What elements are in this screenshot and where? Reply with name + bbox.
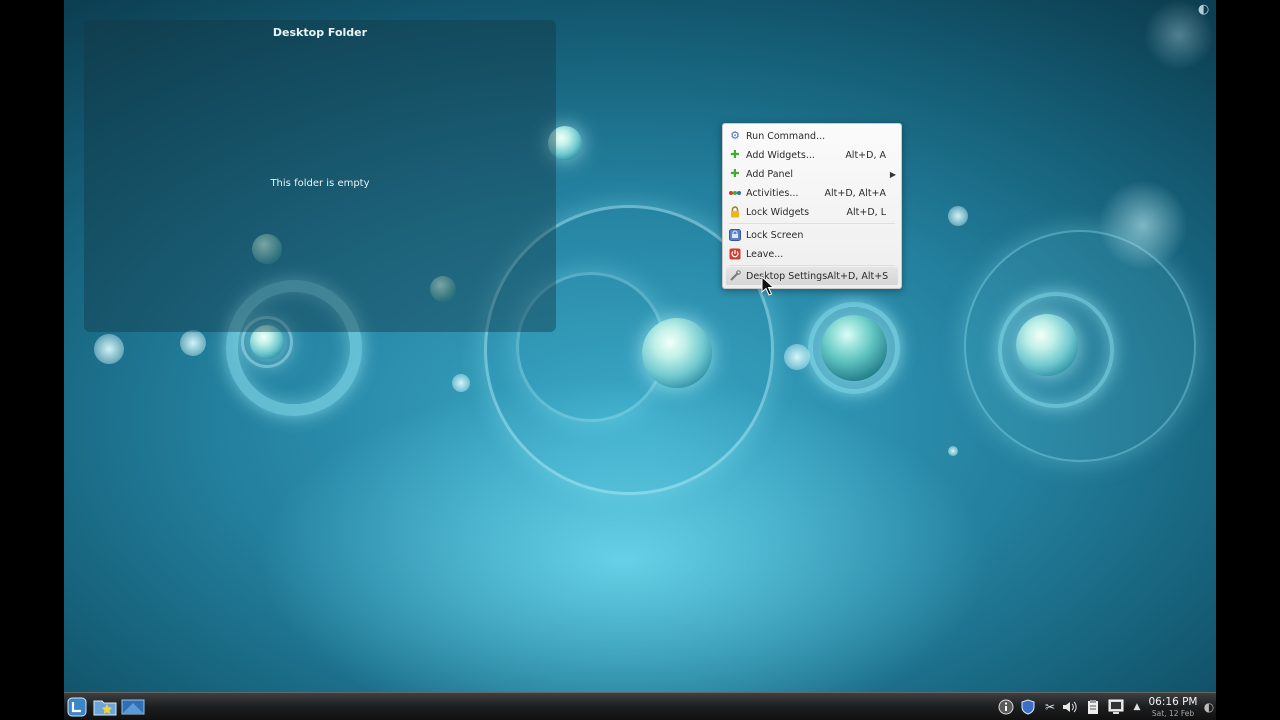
menu-item-shortcut: Alt+D, Alt+S: [827, 270, 889, 282]
folder-title: Desktop Folder: [272, 26, 368, 39]
plus-icon: ✚: [730, 167, 740, 180]
settings-icon: [729, 270, 741, 282]
network-icon[interactable]: [1107, 698, 1125, 716]
wallpaper-orb: [821, 315, 887, 381]
menu-item-label: Run Command...: [746, 130, 826, 142]
menu-item-label: Activities...: [746, 187, 799, 199]
menu-item-lock-widgets[interactable]: Lock Widgets Alt+D, L: [726, 203, 898, 221]
menu-item-leave[interactable]: Leave...: [726, 245, 898, 263]
wallpaper-dot: [948, 206, 968, 226]
klipper-scissors-icon[interactable]: ✂: [1041, 698, 1059, 716]
menu-item-label: Lock Screen: [746, 229, 804, 241]
menu-item-desktop-settings[interactable]: Desktop Settings Alt+D, Alt+S: [726, 267, 898, 285]
desktop-context-menu: ⚙ Run Command... ✚ Add Widgets... Alt+D,…: [722, 123, 902, 289]
folder-empty-message: This folder is empty: [270, 178, 370, 189]
clock-date: Sat, 12 Feb: [1151, 709, 1195, 718]
folder-view-icon[interactable]: [92, 695, 118, 719]
menu-item-label: Desktop Settings: [746, 270, 828, 282]
taskbar: ✂ ▲ 06:16 PM Sat, 12 Feb ◐: [64, 692, 1216, 720]
desktop-toolbox-icon[interactable]: ◐: [1198, 2, 1214, 18]
wallpaper-dot: [452, 374, 470, 392]
submenu-arrow-icon: ▶: [889, 169, 896, 179]
lock-screen-icon: [729, 229, 741, 241]
menu-item-run-command[interactable]: ⚙ Run Command...: [726, 127, 898, 145]
menu-separator: [729, 265, 895, 266]
wallpaper-dot: [94, 334, 124, 364]
info-icon[interactable]: [997, 698, 1015, 716]
wallpaper-orb: [642, 318, 712, 388]
desktop-folder-widget[interactable]: Desktop Folder This folder is empty: [84, 20, 556, 332]
menu-separator: [729, 223, 895, 224]
activities-icon: [729, 187, 741, 199]
menu-item-shortcut: Alt+D, L: [846, 206, 886, 218]
clock-time[interactable]: 06:16 PM: [1141, 696, 1205, 708]
menu-item-add-panel[interactable]: ✚ Add Panel ▶: [726, 165, 898, 183]
panel-toolbox-icon[interactable]: ◐: [1200, 698, 1218, 716]
leave-icon: [729, 248, 741, 260]
wallpaper-dot: [784, 344, 810, 370]
menu-item-shortcut: Alt+D, A: [845, 149, 886, 161]
run-icon: ⚙: [730, 129, 740, 142]
menu-item-add-widgets[interactable]: ✚ Add Widgets... Alt+D, A: [726, 146, 898, 164]
desktop[interactable]: ◐ Desktop Folder This folder is empty ⚙ …: [64, 0, 1216, 720]
menu-item-lock-screen[interactable]: Lock Screen: [726, 226, 898, 244]
menu-item-label: Lock Widgets: [746, 206, 810, 218]
wallpaper-dot: [180, 330, 206, 356]
show-desktop-icon[interactable]: [120, 695, 146, 719]
wallpaper-dot: [1098, 180, 1188, 270]
wallpaper-orb: [1016, 314, 1078, 376]
menu-item-label: Leave...: [746, 248, 784, 260]
menu-item-label: Add Widgets...: [746, 149, 815, 161]
menu-item-label: Add Panel: [746, 168, 794, 180]
lock-icon: [729, 206, 741, 218]
plus-icon: ✚: [730, 148, 740, 161]
menu-item-activities[interactable]: Activities... Alt+D, Alt+A: [726, 184, 898, 202]
kickoff-menu-icon[interactable]: [64, 695, 90, 719]
mouse-cursor-icon: [761, 276, 775, 296]
volume-icon[interactable]: [1061, 698, 1079, 716]
security-shield-icon[interactable]: [1019, 698, 1037, 716]
wallpaper-dot: [948, 446, 958, 456]
menu-item-shortcut: Alt+D, Alt+A: [824, 187, 887, 199]
clipboard-icon[interactable]: [1084, 698, 1102, 716]
